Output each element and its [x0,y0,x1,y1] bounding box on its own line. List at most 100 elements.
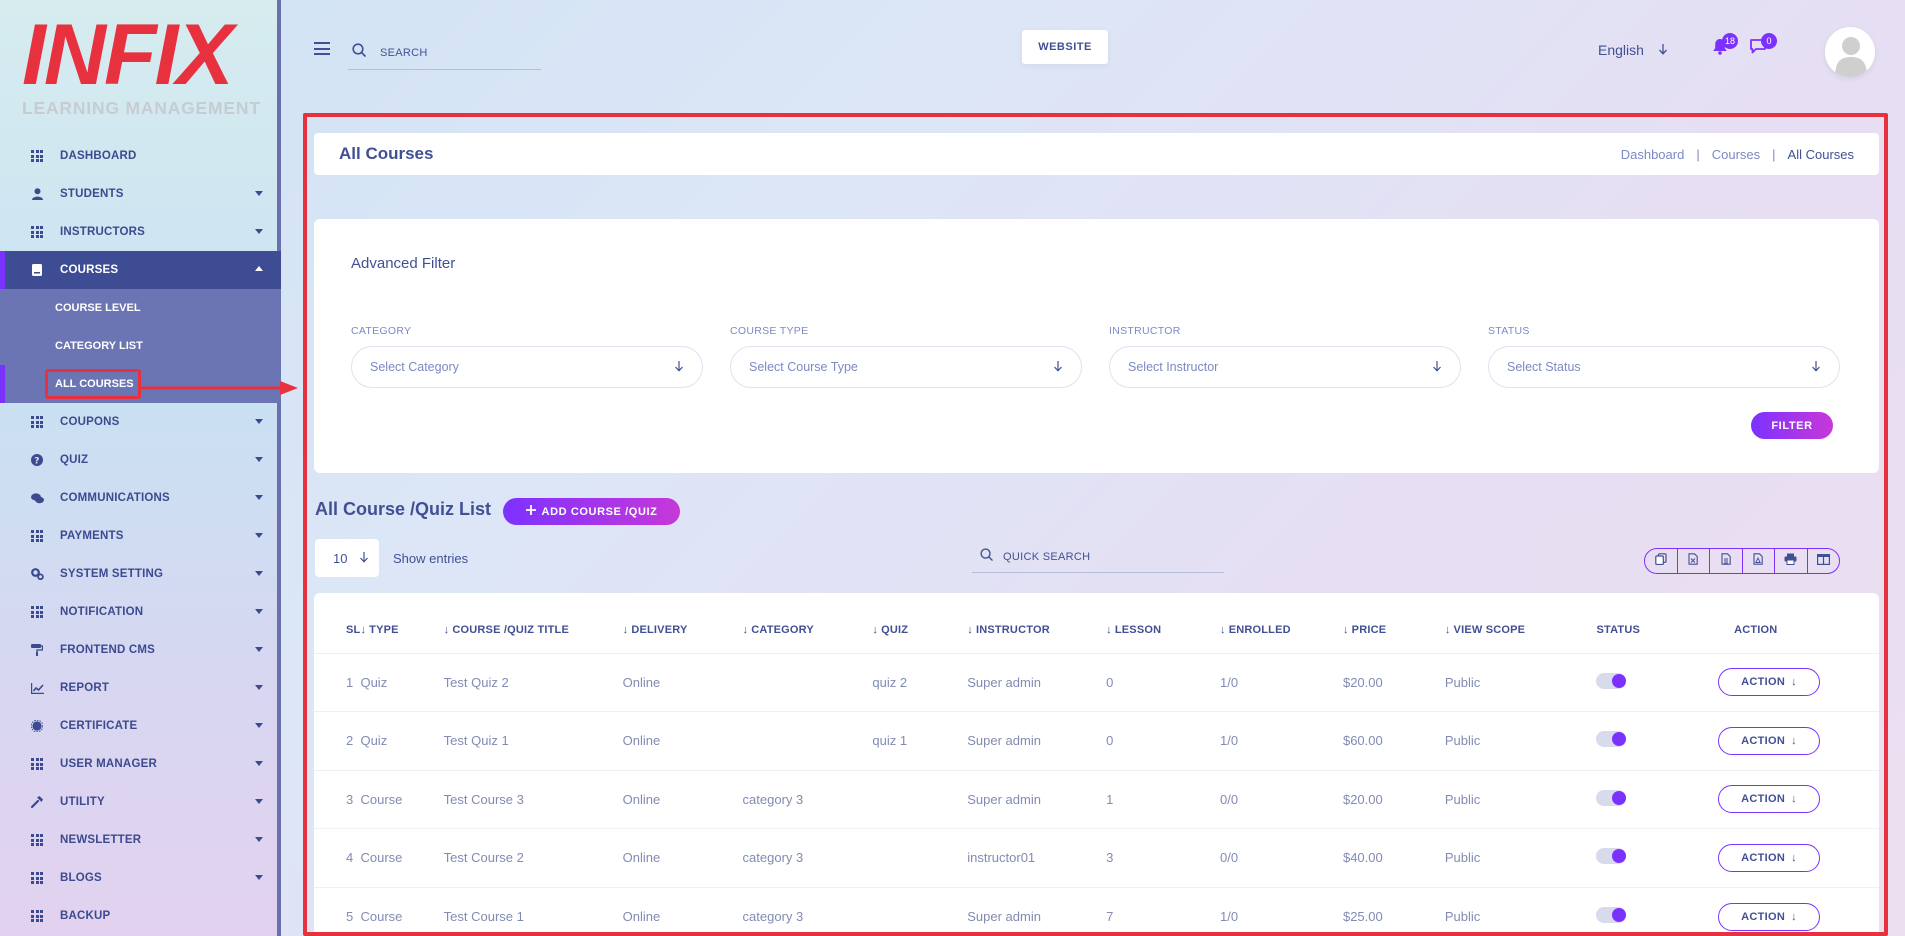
table-row: 2 Quiz Test Quiz 1 Online quiz 1 Super a… [314,711,1879,770]
column-visibility-button[interactable] [1808,549,1840,573]
language-selector[interactable]: English [1598,42,1668,58]
website-button[interactable]: WEBSITE [1022,30,1108,64]
sidebar-item-certificate[interactable]: CERTIFICATE [0,707,281,745]
notification-button[interactable]: 18 [1712,33,1738,60]
col-view-scope[interactable]: ↓ VIEW SCOPE [1445,593,1597,653]
sidebar-item-students[interactable]: STUDENTS [0,175,281,213]
instructor-select[interactable]: Select Instructor [1109,346,1461,388]
cell-view-scope: Public [1444,711,1597,770]
column-header-label: COURSE /QUIZ TITLE [452,623,570,636]
filter-button[interactable]: FILTER [1751,412,1833,439]
col-lesson[interactable]: ↓ LESSON [1106,593,1220,653]
search-input[interactable] [380,46,520,59]
sidebar-item-dashboard[interactable]: DASHBOARD [0,137,281,175]
sidebar-item-communications[interactable]: COMMUNICATIONS [0,479,281,517]
submenu-item-category-list[interactable]: CATEGORY LIST [0,327,281,365]
copy-button[interactable] [1645,549,1678,573]
hamburger-menu-button[interactable] [314,42,330,55]
cell-view-scope: Public [1444,652,1597,712]
sidebar-item-system-setting[interactable]: SYSTEM SETTING [0,555,281,593]
sort-arrow-icon: ↓ [967,623,973,636]
cell-action: ACTION ↓ [1710,711,1879,770]
sidebar-item-coupons[interactable]: COUPONS [0,403,281,441]
logo[interactable]: INFIX LEARNING MANAGEMENT [22,7,261,118]
language-label: English [1598,42,1644,58]
action-button[interactable]: ACTION ↓ [1718,785,1821,814]
quick-search-input[interactable] [1003,550,1203,563]
status-toggle[interactable] [1596,907,1627,923]
excel-file-icon [1688,552,1698,570]
col-instructor[interactable]: ↓ INSTRUCTOR [967,593,1106,653]
sidebar-item-newsletter[interactable]: NEWSLETTER [0,821,281,859]
select-placeholder: Select Status [1507,360,1581,374]
col-title[interactable]: ↓ COURSE /QUIZ TITLE [444,593,623,653]
sidebar-item-courses[interactable]: COURSES [0,251,281,289]
search-icon [352,43,366,62]
col-enrolled[interactable]: ↓ ENROLLED [1220,593,1343,653]
sidebar-item-label: UTILITY [60,796,105,808]
sidebar-item-quiz[interactable]: ? QUIZ [0,441,281,479]
status-toggle[interactable] [1596,672,1627,689]
add-course-quiz-button[interactable]: ADD COURSE /QUIZ [503,498,680,525]
breadcrumb-courses[interactable]: Courses [1712,147,1760,162]
action-button[interactable]: ACTION ↓ [1718,902,1821,931]
col-sl[interactable]: SL [314,593,360,653]
print-button[interactable] [1775,549,1808,573]
logo-subtitle: LEARNING MANAGEMENT [22,98,261,118]
breadcrumb-dashboard[interactable]: Dashboard [1621,147,1685,162]
cell-lesson: 1 [1106,769,1220,829]
filter-title: Advanced Filter [351,255,456,272]
grid-icon [30,909,44,923]
cell-price: $60.00 [1342,711,1445,770]
col-type[interactable]: ↓ TYPE [360,593,443,653]
page-title: All Courses [339,144,434,163]
sidebar-item-frontend-cms[interactable]: FRONTEND CMS [0,631,281,669]
toggle-knob [1612,908,1627,922]
action-button[interactable]: ACTION ↓ [1718,668,1821,697]
cell-title: Test Course 1 [443,886,623,932]
entries-value: 10 [333,550,348,566]
sidebar-item-payments[interactable]: PAYMENTS [0,517,281,555]
csv-button[interactable] [1710,549,1743,573]
arrow-down-icon [1432,360,1442,375]
cell-quiz [872,828,968,887]
sidebar-item-instructors[interactable]: INSTRUCTORS [0,213,281,251]
sort-arrow-icon: ↓ [1219,623,1226,636]
sidebar-item-backup[interactable]: BACKUP [0,897,281,935]
col-quiz[interactable]: ↓ QUIZ [872,593,967,653]
sidebar-item-label: PAYMENTS [60,530,124,542]
sidebar-item-report[interactable]: REPORT [0,669,281,707]
category-select[interactable]: Select Category [351,346,703,388]
sidebar-item-blogs[interactable]: BLOGS [0,859,281,897]
cell-category: category 3 [742,828,873,887]
top-search [348,36,541,70]
excel-button[interactable] [1678,549,1710,573]
course-table-card: SL ↓ TYPE ↓ COURSE /QUIZ TITLE ↓ DELIVERY ↓… [314,593,1879,932]
course-type-select[interactable]: Select Course Type [730,346,1082,388]
col-delivery[interactable]: ↓ DELIVERY [623,593,743,653]
col-category[interactable]: ↓ CATEGORY [743,593,873,653]
grid-icon [30,833,44,847]
sidebar-item-notification[interactable]: NOTIFICATION [0,593,281,631]
action-button[interactable]: ACTION ↓ [1718,726,1821,755]
status-toggle[interactable] [1596,731,1627,748]
action-button[interactable]: ACTION ↓ [1718,843,1821,872]
cell-category [742,711,873,770]
avatar[interactable] [1825,27,1875,77]
pdf-button[interactable] [1743,549,1775,573]
copy-icon [1654,552,1667,570]
arrow-down-icon [1658,42,1668,58]
sidebar-item-user-manager[interactable]: USER MANAGER [0,745,281,783]
status-toggle[interactable] [1596,789,1627,806]
status-toggle[interactable] [1596,848,1627,865]
sidebar-item-utility[interactable]: UTILITY [0,783,281,821]
sidebar-item-label: FRONTEND CMS [60,644,156,656]
submenu-item-course-level[interactable]: COURSE LEVEL [0,289,281,327]
caret-down-icon [255,533,263,538]
entries-select[interactable]: 10 [315,539,379,577]
sidebar-item-label: DASHBOARD [60,150,137,162]
col-price[interactable]: ↓ PRICE [1343,593,1445,653]
messages-button[interactable]: 0 [1749,33,1777,59]
logo-word: INFIX [22,7,234,103]
status-select[interactable]: Select Status [1488,346,1840,388]
